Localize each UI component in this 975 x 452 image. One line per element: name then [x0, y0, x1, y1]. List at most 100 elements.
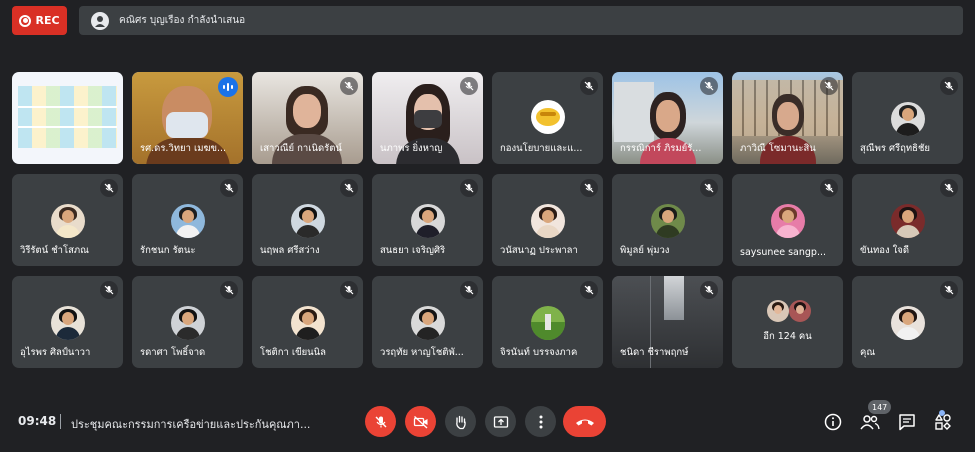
mic-off-icon	[700, 77, 718, 95]
mic-off-icon	[580, 281, 598, 299]
participant-name: ขันทอง ใจดี	[860, 245, 909, 256]
mic-off-icon	[940, 77, 958, 95]
participant-name: นฤพล ศรีสว่าง	[260, 245, 320, 256]
participant-avatar	[530, 306, 565, 340]
participant-tile[interactable]: สนธยา เจริญศิริ	[372, 174, 483, 266]
participant-avatar	[530, 204, 565, 238]
participant-tile[interactable]: นภาพร ยิ่งหาญ	[372, 72, 483, 164]
recording-indicator[interactable]: REC	[12, 6, 67, 35]
participant-avatar	[290, 204, 325, 238]
participant-avatar	[650, 204, 685, 238]
divider	[60, 414, 61, 429]
participant-tile[interactable]: นฤพล ศรีสว่าง	[252, 174, 363, 266]
mic-off-icon	[460, 281, 478, 299]
mic-off-icon	[580, 77, 598, 95]
mic-off-icon	[700, 281, 718, 299]
participant-name: รดาศา โพธิ์จาด	[140, 347, 206, 358]
participant-name: นภาพร ยิ่งหาญ	[380, 143, 443, 154]
presenter-text: คณิศร บุญเรือง กำลังนำเสนอ	[119, 15, 246, 26]
participant-tile[interactable]: จิรนันท์ บรรจงภาค	[492, 276, 603, 368]
participant-avatar	[770, 204, 805, 238]
present-icon	[493, 415, 508, 428]
participant-tile[interactable]: วนัสนาฏ ประพาลา	[492, 174, 603, 266]
speaking-indicator-icon	[218, 77, 238, 97]
info-icon	[824, 413, 842, 431]
participant-name: กองนโยบายและแ...	[500, 143, 583, 154]
participant-tile[interactable]: รักชนก รัตนะ	[132, 174, 243, 266]
self-tile[interactable]: คุณ	[852, 276, 963, 368]
participant-name: วิรีรัตน์ ชำโสภณ	[20, 245, 89, 256]
participant-name: สุณีพร ศรีฤทธิชัย	[860, 143, 930, 154]
participant-avatar	[530, 100, 565, 134]
meeting-details-button[interactable]	[819, 408, 847, 436]
participant-tile[interactable]: ภาวิณี โซมานะสิน	[732, 72, 843, 164]
more-participants-tile[interactable]: อีก 124 คน	[732, 276, 843, 368]
chat-button[interactable]	[893, 408, 921, 436]
presenter-bar[interactable]: คณิศร บุญเรือง กำลังนำเสนอ	[79, 6, 963, 35]
participant-tile[interactable]: อุไรพร ศิลป์นาวา	[12, 276, 123, 368]
participant-avatar	[890, 306, 925, 340]
more-options-button[interactable]	[525, 406, 556, 437]
participant-name: คุณ	[860, 347, 876, 358]
presenter-avatar	[91, 11, 109, 30]
participant-tile[interactable]: กองนโยบายและแ...	[492, 72, 603, 164]
participant-name: กรรณิการ์ ภิรมย์รั...	[620, 143, 702, 154]
people-icon	[860, 415, 880, 430]
participant-name: ชนิดา ชีราพฤกษ์	[620, 347, 689, 358]
mic-off-icon	[220, 281, 238, 299]
participant-name: รศ.ดร.วิทยา เมฆข...	[140, 143, 227, 154]
participant-name: วนัสนาฏ ประพาลา	[500, 245, 578, 256]
mic-off-icon	[820, 179, 838, 197]
more-participants-label: อีก 124 คน	[763, 331, 812, 342]
mic-toggle-button[interactable]	[365, 406, 396, 437]
participant-tile[interactable]: ขันทอง ใจดี	[852, 174, 963, 266]
meeting-title: ประชุมคณะกรรมการเครือข่ายและประกันคุณภา.…	[71, 418, 311, 431]
participant-avatar	[410, 204, 445, 238]
participant-name: วรฤทัย หาญโชติพั...	[380, 347, 464, 358]
camera-off-icon	[413, 415, 427, 429]
mic-off-icon	[820, 77, 838, 95]
participant-avatar	[789, 300, 811, 322]
participant-tile[interactable]: วรฤทัย หาญโชติพั...	[372, 276, 483, 368]
notification-dot	[939, 410, 945, 416]
mic-off-icon	[940, 179, 958, 197]
participant-name: ภาวิณี โซมานะสิน	[740, 143, 816, 154]
participant-tile[interactable]: รศ.ดร.วิทยา เมฆข...	[132, 72, 243, 164]
participant-tile[interactable]: วิรีรัตน์ ชำโสภณ	[12, 174, 123, 266]
participant-avatar	[410, 306, 445, 340]
camera-toggle-button[interactable]	[405, 406, 436, 437]
more-vert-icon	[539, 415, 542, 428]
participant-avatar	[170, 204, 205, 238]
leave-call-button[interactable]	[563, 406, 606, 437]
participant-avatar	[50, 306, 85, 340]
mic-off-icon	[100, 281, 118, 299]
raise-hand-button[interactable]	[445, 406, 476, 437]
participant-tile[interactable]: พิมูลย์ พุ่มวง	[612, 174, 723, 266]
participant-avatar	[767, 300, 789, 322]
meeting-time: 09:48	[18, 414, 57, 428]
mic-off-icon	[340, 179, 358, 197]
participant-tile[interactable]: โชติกา เขียนนิล	[252, 276, 363, 368]
participant-name: อุไรพร ศิลป์นาวา	[20, 347, 91, 358]
participant-tile[interactable]	[12, 72, 123, 164]
participant-tile[interactable]: saysunee sangp...	[732, 174, 843, 266]
present-screen-button[interactable]	[485, 406, 516, 437]
participant-avatar	[890, 102, 925, 136]
participant-name: สนธยา เจริญศิริ	[380, 245, 446, 256]
mic-off-icon	[220, 179, 238, 197]
mic-off-icon	[375, 416, 386, 427]
mic-off-icon	[460, 77, 478, 95]
participant-avatar	[170, 306, 205, 340]
participant-tile[interactable]: ชนิดา ชีราพฤกษ์	[612, 276, 723, 368]
mic-off-icon	[340, 77, 358, 95]
mic-off-icon	[700, 179, 718, 197]
participant-tile[interactable]: สุณีพร ศรีฤทธิชัย	[852, 72, 963, 164]
participant-tile[interactable]: รดาศา โพธิ์จาด	[132, 276, 243, 368]
participants-count-badge: 147	[868, 400, 892, 414]
participant-tile[interactable]: กรรณิการ์ ภิรมย์รั...	[612, 72, 723, 164]
record-icon	[19, 14, 32, 27]
recording-label: REC	[35, 14, 60, 27]
participant-name: saysunee sangp...	[740, 247, 827, 258]
participant-tile[interactable]: เสาวณีย์ กาเนิดรัตน์	[252, 72, 363, 164]
shared-screen-thumbnail	[12, 72, 123, 164]
